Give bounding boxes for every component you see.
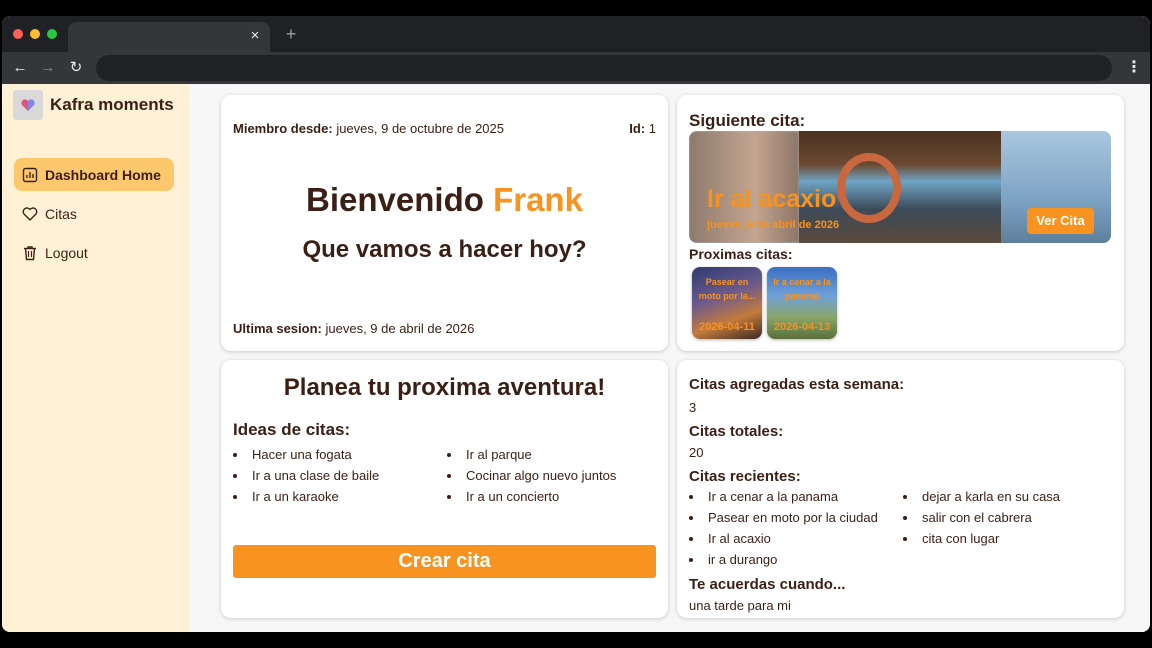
plan-title: Planea tu proxima aventura! [283, 374, 606, 401]
browser-window: × + ← → ↻ ⋮ Kafra moments Dashboard Home… [2, 16, 1150, 632]
next-date-label: Siguiente cita: [689, 111, 806, 130]
sidebar-item-citas[interactable]: Citas [14, 197, 174, 230]
idea-item: Ir al parque [447, 444, 616, 465]
recent-item: Pasear en moto por la ciudad [689, 507, 878, 528]
back-arrow-icon[interactable]: ← [10, 58, 30, 78]
user-id: Id: 1 [629, 121, 656, 136]
recent-item: salir con el cabrera [903, 507, 1060, 528]
logo-icon [13, 90, 43, 120]
page-viewport: Kafra moments Dashboard Home Citas Logou… [2, 84, 1150, 632]
idea-item: Ir a un concierto [447, 486, 616, 507]
user-id-value: 1 [648, 121, 656, 136]
brand-name: Kafra moments [50, 95, 174, 114]
upcoming-date-title: Ir a cenar a la panama [773, 277, 831, 301]
close-window-button[interactable] [13, 29, 23, 39]
last-session-value: jueves, 9 de abril de 2026 [325, 321, 475, 336]
idea-item: Ir a un karaoke [233, 486, 379, 507]
forward-arrow-icon[interactable]: → [38, 58, 58, 78]
ideas-label: Ideas de citas: [233, 420, 351, 439]
tab-close-icon[interactable]: × [246, 27, 264, 45]
minimize-window-button[interactable] [30, 29, 40, 39]
week-count-value: 3 [689, 400, 697, 415]
next-date-date: jueves, 9 de abril de 2026 [707, 219, 840, 231]
brand[interactable]: Kafra moments [13, 88, 174, 122]
upcoming-date-date: 2026-04-11 [699, 321, 755, 333]
tab-bar: × + [2, 16, 1150, 52]
remember-value: una tarde para mi [689, 598, 791, 613]
recent-label: Citas recientes: [689, 468, 801, 485]
idea-item: Cocinar algo nuevo juntos [447, 465, 616, 486]
member-since-label: Miembro desde: [233, 121, 333, 136]
upcoming-date-date: 2026-04-13 [773, 321, 831, 333]
total-count-value: 20 [689, 445, 704, 460]
recent-item: dejar a karla en su casa [903, 486, 1060, 507]
reload-icon[interactable]: ↻ [66, 58, 86, 78]
recent-list: Ir a cenar a la panama Pasear en moto po… [689, 486, 878, 570]
upcoming-date-card[interactable]: Pasear en moto por la... 2026-04-11 [692, 267, 762, 339]
sidebar: Kafra moments Dashboard Home Citas Logou… [2, 84, 190, 632]
sidebar-item-dashboard-home[interactable]: Dashboard Home [14, 158, 174, 191]
sidebar-item-logout[interactable]: Logout [14, 236, 174, 269]
remember-label: Te acuerdas cuando... [689, 576, 846, 593]
upcoming-date-title: Pasear en moto por la... [698, 277, 756, 301]
next-date-banner[interactable]: Ir al acaxio jueves, 9 de abril de 2026 … [689, 131, 1111, 243]
last-session-label: Ultima sesion: [233, 321, 322, 336]
crear-cita-button[interactable]: Crear cita [233, 545, 656, 578]
user-id-label: Id: [629, 121, 646, 136]
user-name: Frank [493, 181, 583, 218]
welcome-subtitle: Que vamos a hacer hoy? [302, 236, 587, 263]
banner-image-ring [837, 153, 901, 223]
recent-item: cita con lugar [903, 528, 1060, 549]
new-tab-icon[interactable]: + [281, 24, 301, 44]
browser-toolbar: ← → ↻ ⋮ [2, 52, 1150, 84]
maximize-window-button[interactable] [47, 29, 57, 39]
profile-card: Miembro desde: jueves, 9 de octubre de 2… [221, 95, 668, 351]
recent-item: ir a durango [689, 549, 878, 570]
idea-item: Ir a una clase de baile [233, 465, 379, 486]
ver-cita-button[interactable]: Ver Cita [1027, 208, 1094, 234]
recent-list: dejar a karla en su casa salir con el ca… [903, 486, 1060, 549]
sidebar-item-label: Dashboard Home [45, 166, 161, 183]
plan-card: Planea tu proxima aventura! Ideas de cit… [221, 360, 668, 618]
member-since-value: jueves, 9 de octubre de 2025 [336, 121, 504, 136]
bar-chart-icon [22, 167, 38, 182]
upcoming-date-card[interactable]: Ir a cenar a la panama 2026-04-13 [767, 267, 837, 339]
ideas-list: Hacer una fogata Ir a una clase de baile… [233, 444, 379, 507]
last-session: Ultima sesion: jueves, 9 de abril de 202… [233, 321, 474, 336]
week-count-label: Citas agregadas esta semana: [689, 376, 905, 393]
sidebar-item-label: Logout [45, 244, 88, 261]
upcoming-label: Proximas citas: [689, 246, 793, 262]
next-date-card: Siguiente cita: Ir al acaxio jueves, 9 d… [677, 95, 1124, 351]
next-date-title: Ir al acaxio [707, 185, 837, 213]
heart-icon [22, 206, 38, 221]
address-bar[interactable] [96, 55, 1112, 81]
browser-menu-icon[interactable]: ⋮ [1124, 58, 1144, 78]
browser-tab[interactable]: × [68, 22, 270, 52]
sidebar-item-label: Citas [45, 205, 77, 222]
trash-icon [24, 245, 36, 260]
stats-card: Citas agregadas esta semana: 3 Citas tot… [677, 360, 1124, 618]
welcome-text: Bienvenido [306, 181, 484, 218]
member-since: Miembro desde: jueves, 9 de octubre de 2… [233, 121, 504, 136]
idea-item: Hacer una fogata [233, 444, 379, 465]
recent-item: Ir al acaxio [689, 528, 878, 549]
welcome-heading: Bienvenido Frank [221, 181, 668, 219]
total-count-label: Citas totales: [689, 423, 784, 440]
ideas-list: Ir al parque Cocinar algo nuevo juntos I… [447, 444, 616, 507]
recent-item: Ir a cenar a la panama [689, 486, 878, 507]
